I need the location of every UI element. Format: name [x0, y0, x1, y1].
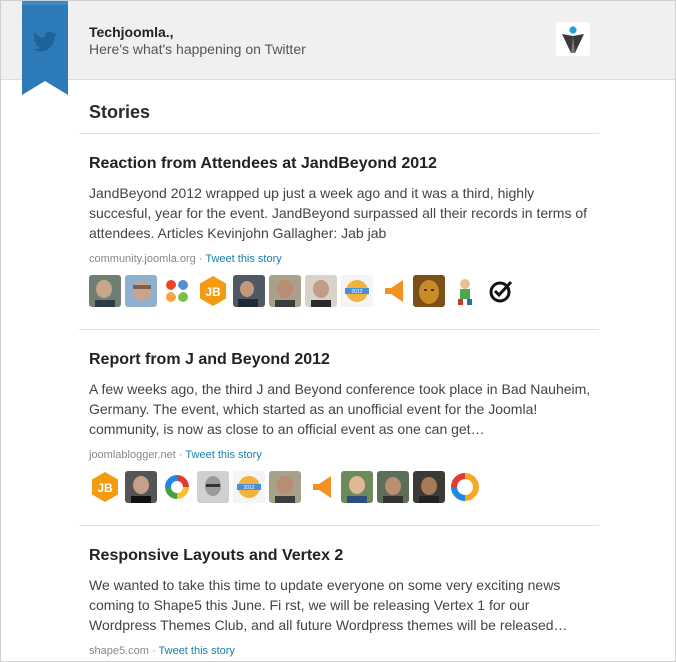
svg-text:JB: JB	[97, 481, 113, 495]
person-avatar[interactable]	[125, 471, 157, 503]
person-avatar[interactable]	[269, 275, 301, 307]
swirl-logo-icon[interactable]	[161, 471, 193, 503]
story-title[interactable]: Responsive Layouts and Vertex 2	[89, 546, 599, 566]
meta-separator: ·	[195, 253, 206, 265]
widget-header: Techjoomla., Here's what's happening on …	[1, 1, 675, 80]
twitter-stories-widget: Techjoomla., Here's what's happening on …	[0, 0, 676, 662]
story-title[interactable]: Reaction from Attendees at JandBeyond 20…	[89, 154, 599, 174]
story-summary: We wanted to take this time to update ev…	[89, 577, 568, 633]
story-title[interactable]: Report from J and Beyond 2012	[89, 350, 599, 370]
check-circle-icon[interactable]	[485, 275, 517, 307]
person-avatar[interactable]	[233, 275, 265, 307]
jb-badge-icon[interactable]: JB	[89, 471, 121, 503]
jb-badge-icon[interactable]: JB	[197, 275, 229, 307]
story-meta: joomlablogger.net · Tweet this story	[89, 448, 599, 462]
megaphone-icon[interactable]	[377, 275, 409, 307]
megaphone-icon[interactable]	[305, 471, 337, 503]
joomla-logo-icon[interactable]	[161, 275, 193, 307]
jab2012-badge-icon[interactable]: 2012	[233, 471, 265, 503]
person-avatar[interactable]	[125, 275, 157, 307]
divider	[79, 525, 599, 526]
story-source[interactable]: community.joomla.org	[89, 253, 196, 265]
meta-separator: ·	[148, 645, 159, 657]
story-source[interactable]: joomlablogger.net	[89, 449, 176, 461]
svg-text:JB: JB	[205, 285, 221, 299]
story-item: Reaction from Attendees at JandBeyond 20…	[89, 154, 599, 307]
story-item: Report from J and Beyond 2012 A few week…	[89, 350, 599, 503]
story-summary: A few weeks ago, the third J and Beyond …	[89, 381, 591, 437]
jab2012-badge-icon[interactable]: 2012	[341, 275, 373, 307]
divider	[79, 133, 599, 134]
tweet-this-story-link[interactable]: Tweet this story	[185, 449, 261, 461]
person-avatar[interactable]	[269, 471, 301, 503]
person-avatar[interactable]	[89, 275, 121, 307]
account-name[interactable]: Techjoomla.,	[89, 24, 174, 40]
divider	[79, 329, 599, 330]
tweet-this-story-link[interactable]: Tweet this story	[159, 645, 235, 657]
person-avatar[interactable]	[377, 471, 409, 503]
avatar-row: JB 2012	[89, 275, 599, 307]
ring-logo-icon[interactable]	[449, 471, 481, 503]
section-title: Stories	[89, 102, 151, 122]
techjoomla-logo-icon[interactable]	[556, 22, 590, 56]
person-avatar[interactable]	[413, 471, 445, 503]
person-avatar[interactable]	[305, 275, 337, 307]
statue-avatar[interactable]	[413, 275, 445, 307]
person-avatar[interactable]	[197, 471, 229, 503]
character-avatar[interactable]	[449, 275, 481, 307]
ribbon-bookmark	[22, 1, 68, 95]
story-meta: community.joomla.org · Tweet this story	[89, 252, 599, 266]
person-avatar[interactable]	[341, 471, 373, 503]
svg-text:2012: 2012	[243, 485, 254, 491]
tweet-this-story-link[interactable]: Tweet this story	[205, 253, 281, 265]
meta-separator: ·	[175, 449, 186, 461]
story-summary: JandBeyond 2012 wrapped up just a week a…	[89, 185, 588, 241]
header-subtitle: Here's what's happening on Twitter	[89, 41, 306, 57]
story-meta: shape5.com · Tweet this story	[89, 644, 599, 658]
avatar-row: JB 2012	[89, 471, 599, 503]
story-source[interactable]: shape5.com	[89, 645, 149, 657]
story-item: Responsive Layouts and Vertex 2 We wante…	[89, 546, 599, 658]
svg-text:2012: 2012	[351, 289, 362, 295]
